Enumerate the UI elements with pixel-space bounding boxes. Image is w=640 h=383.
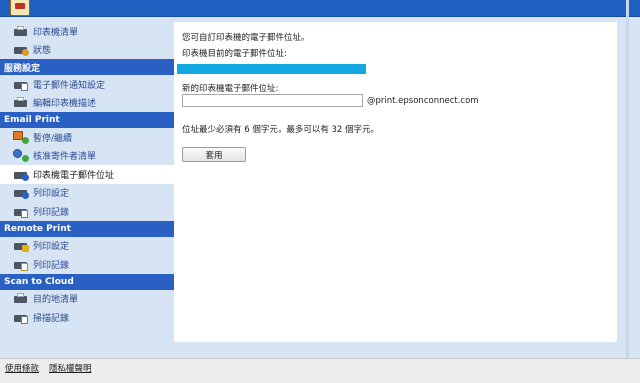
destination-list-icon: [13, 292, 29, 305]
page-footer: 使用條款 隱私權聲明: [0, 358, 640, 383]
sidebar-item-label: 暫停/繼續: [33, 133, 73, 144]
printer-list-icon: [13, 25, 29, 38]
terms-of-use-link[interactable]: 使用條款: [5, 362, 39, 374]
sidebar-item-label: 目的地清單: [33, 295, 79, 306]
sidebar-item-edit-printer-description[interactable]: 編輯印表機描述: [0, 94, 174, 113]
remote-print-settings-icon: [13, 239, 29, 253]
sidebar-item-label: 狀態: [33, 46, 52, 57]
app-header: [0, 0, 640, 17]
print-settings-icon: [13, 186, 29, 200]
sidebar-item-label: 印表機電子郵件位址: [33, 170, 115, 181]
current-email-label: 印表機目前的電子郵件位址:: [182, 49, 287, 59]
content-panel: 您可自訂印表機的電子郵件位址。 印表機目前的電子郵件位址: 新的印表機電子郵件位…: [174, 22, 617, 342]
email-notification-icon: [13, 78, 29, 91]
sidebar-item-label: 核准寄件者清單: [33, 152, 97, 163]
printer-email-icon: [13, 168, 29, 181]
section-email-print: Email Print: [0, 112, 174, 128]
privacy-statement-link[interactable]: 隱私權聲明: [49, 362, 92, 374]
address-length-hint: 位址最少必須有 6 個字元，最多可以有 32 個字元。: [182, 125, 380, 135]
sidebar-item-printer-email-address[interactable]: 印表機電子郵件位址: [0, 165, 174, 184]
sidebar-item-label: 掃描記錄: [33, 313, 70, 324]
sidebar-item-printer-list[interactable]: 印表機清單: [0, 22, 174, 41]
scan-log-icon: [13, 311, 29, 324]
sidebar-item-label: 列印記錄: [33, 260, 70, 271]
page-intro: 您可自訂印表機的電子郵件位址。: [182, 33, 310, 43]
section-remote-print: Remote Print: [0, 220, 174, 237]
sidebar-item-label: 印表機清單: [33, 27, 79, 38]
sidebar-item-status[interactable]: 狀態: [0, 41, 174, 60]
status-icon: [13, 43, 29, 57]
apply-button[interactable]: 套用: [182, 147, 246, 162]
sidebar-item-label: 電子郵件通知設定: [33, 80, 106, 91]
pause-resume-icon: [13, 130, 29, 144]
sidebar-item-label: 編輯印表機描述: [33, 99, 97, 110]
sidebar-item-email-notification[interactable]: 電子郵件通知設定: [0, 75, 174, 94]
sidebar-item-approved-senders[interactable]: 核准寄件者清單: [0, 147, 174, 166]
printer-edit-icon: [13, 96, 29, 109]
sidebar-item-destination-list[interactable]: 目的地清單: [0, 290, 174, 309]
sidebar-nav: 印表機清單 狀態 服務設定 電子郵件通知設定 編輯印表機描述 Email Pri…: [0, 22, 174, 342]
sidebar-item-print-settings[interactable]: 列印設定: [0, 184, 174, 203]
sidebar-item-print-log[interactable]: 列印記錄: [0, 202, 174, 221]
sidebar-item-pause-resume[interactable]: 暫停/繼續: [0, 128, 174, 147]
approved-senders-icon: [13, 149, 29, 163]
sidebar-item-scan-log[interactable]: 掃描記錄: [0, 308, 174, 327]
new-email-label: 新的印表機電子郵件位址:: [182, 84, 279, 94]
remote-print-log-icon: [13, 258, 29, 271]
print-log-icon: [13, 205, 29, 218]
sidebar-item-label: 列印設定: [33, 242, 70, 253]
sidebar-item-label: 列印設定: [33, 189, 70, 200]
current-email-value: [177, 64, 366, 74]
page-scroll-edge: [626, 0, 629, 383]
email-domain-suffix: @print.epsonconnect.com: [367, 96, 479, 106]
section-scan-to-cloud: Scan to Cloud: [0, 273, 174, 290]
sidebar-item-remote-print-log[interactable]: 列印記錄: [0, 255, 174, 274]
sidebar-item-label: 列印記錄: [33, 207, 70, 218]
section-service-settings: 服務設定: [0, 59, 174, 75]
app-logo-icon: [10, 0, 30, 16]
new-email-input[interactable]: [182, 94, 363, 107]
sidebar-item-remote-print-settings[interactable]: 列印設定: [0, 237, 174, 256]
